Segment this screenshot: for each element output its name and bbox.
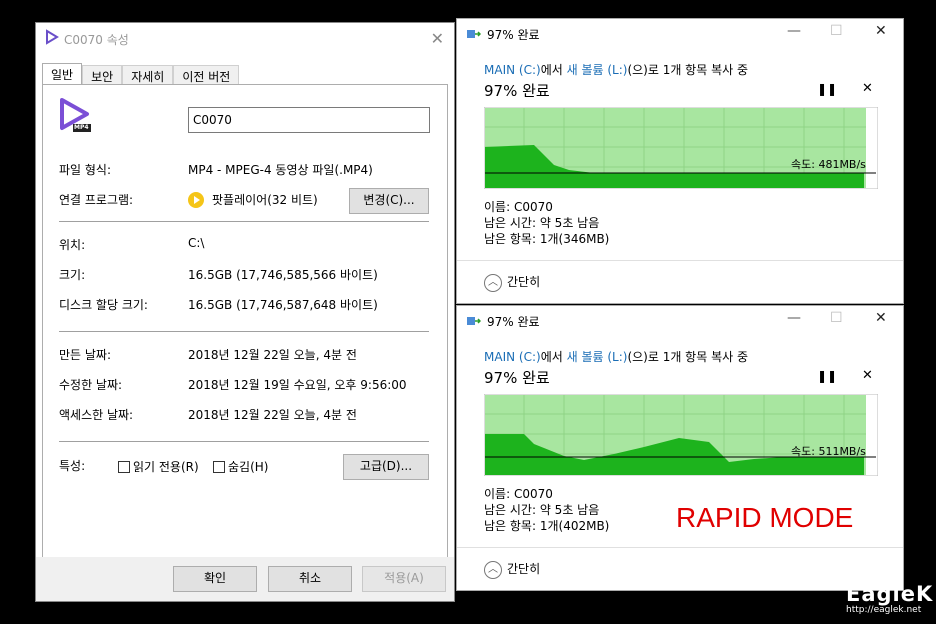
file-name-input[interactable]: [188, 107, 430, 133]
cancel-button[interactable]: 취소: [268, 566, 352, 592]
disk-size-label: 디스크 할당 크기:: [59, 298, 148, 312]
items-remaining: 남은 항목: 1개(346MB): [484, 232, 610, 246]
time-remaining: 남은 시간: 약 5초 남음: [484, 216, 600, 230]
copy-icon: [467, 28, 482, 43]
divider: [457, 547, 903, 548]
copy-desc-mid: 에서: [540, 63, 567, 77]
properties-dialog: C0070 속성 ✕ 일반 보안 자세히 이전 버전 MP4 파일 형식: MP…: [35, 22, 455, 602]
file-name: 이름: C0070: [484, 487, 553, 501]
location-label: 위치:: [59, 238, 86, 252]
watermark-brand: EagleK: [846, 582, 934, 606]
source-link[interactable]: MAIN (C:): [484, 350, 541, 364]
file-type-label: 파일 형식:: [59, 163, 112, 177]
potplayer-icon: [188, 192, 204, 208]
maximize-icon[interactable]: ☐: [830, 310, 843, 326]
opens-with-value: 팟플레이어(32 비트): [212, 193, 318, 207]
opens-with-label: 연결 프로그램:: [59, 193, 134, 207]
items-remaining: 남은 항목: 1개(402MB): [484, 519, 610, 533]
mp4-icon-label: MP4: [74, 124, 89, 131]
dialog-footer: 확인 취소 적용(A): [36, 557, 454, 601]
chevron-up-icon: ︿: [484, 560, 502, 579]
percent-complete: 97% 완료: [484, 369, 550, 387]
attributes-label: 특성:: [59, 459, 86, 473]
rapid-mode-label: RAPID MODE: [676, 502, 854, 533]
advanced-button[interactable]: 고급(D)...: [343, 454, 429, 480]
tab-security[interactable]: 보안: [82, 65, 123, 85]
size-value: 16.5GB (17,746,585,566 바이트): [188, 268, 378, 282]
modified-label: 수정한 날짜:: [59, 378, 123, 392]
mp4-file-icon: MP4: [57, 97, 93, 133]
readonly-checkbox-box[interactable]: [118, 461, 130, 473]
chevron-up-icon: ︿: [484, 273, 502, 292]
fewer-details-label: 간단히: [507, 275, 541, 289]
hidden-checkbox[interactable]: 숨김(H): [213, 458, 268, 475]
copy-dialog-1: 97% 완료 — ☐ ✕ MAIN (C:)에서 새 볼륨 (L:)(으)로 1…: [456, 18, 904, 304]
copy-desc-tail: (으)로 1개 항목 복사 중: [627, 350, 749, 364]
readonly-label: 읽기 전용(R): [133, 460, 199, 474]
created-value: 2018년 12월 22일 오늘, 4분 전: [188, 348, 357, 362]
close-icon[interactable]: ✕: [875, 310, 887, 326]
properties-title: C0070 속성: [64, 33, 129, 47]
maximize-icon[interactable]: ☐: [830, 23, 843, 39]
modified-value: 2018년 12월 19일 수요일, 오후 9:56:00: [188, 378, 407, 392]
hidden-checkbox-box[interactable]: [213, 461, 225, 473]
speed-label: 속도: 481MB/s: [791, 158, 866, 171]
cancel-copy-icon[interactable]: ✕: [862, 368, 873, 383]
properties-titlebar: C0070 속성 ✕: [36, 23, 454, 53]
tab-details[interactable]: 자세히: [122, 65, 174, 85]
pause-icon[interactable]: ❚❚: [817, 82, 837, 96]
watermark-url: http://eaglek.net: [846, 605, 922, 615]
copy-title: 97% 완료: [487, 315, 540, 329]
ok-button[interactable]: 확인: [173, 566, 257, 592]
fewer-details-label: 간단히: [507, 562, 541, 576]
copy-info: 이름: C0070 남은 시간: 약 5초 남음 남은 항목: 1개(346MB…: [484, 199, 609, 247]
minimize-icon[interactable]: —: [787, 310, 801, 326]
change-button[interactable]: 변경(C)...: [349, 188, 429, 214]
copy-desc-mid: 에서: [540, 350, 567, 364]
accessed-value: 2018년 12월 22일 오늘, 4분 전: [188, 408, 357, 422]
tab-previous-versions[interactable]: 이전 버전: [173, 65, 240, 85]
file-name: 이름: C0070: [484, 200, 553, 214]
copy-title: 97% 완료: [487, 28, 540, 42]
copy-info: 이름: C0070 남은 시간: 약 5초 남음 남은 항목: 1개(402MB…: [484, 486, 609, 534]
size-label: 크기:: [59, 268, 86, 282]
apply-button[interactable]: 적용(A): [362, 566, 446, 592]
divider: [457, 260, 903, 261]
speed-graph: [484, 394, 878, 476]
location-value: C:\: [188, 236, 205, 250]
copy-description: MAIN (C:)에서 새 볼륨 (L:)(으)로 1개 항목 복사 중: [484, 61, 748, 78]
divider: [59, 221, 429, 222]
pause-icon[interactable]: ❚❚: [817, 369, 837, 383]
tab-general[interactable]: 일반: [42, 63, 83, 85]
copy-description: MAIN (C:)에서 새 볼륨 (L:)(으)로 1개 항목 복사 중: [484, 348, 748, 365]
speed-graph: [484, 107, 878, 189]
properties-tabs: 일반 보안 자세히 이전 버전: [42, 63, 240, 85]
destination-link[interactable]: 새 볼륨 (L:): [567, 350, 628, 364]
close-icon[interactable]: ✕: [875, 23, 887, 39]
minimize-icon[interactable]: —: [787, 23, 801, 39]
fewer-details-button[interactable]: ︿ 간단히: [484, 273, 540, 292]
destination-link[interactable]: 새 볼륨 (L:): [567, 63, 628, 77]
close-icon[interactable]: ✕: [431, 29, 444, 48]
cancel-copy-icon[interactable]: ✕: [862, 81, 873, 96]
general-panel: MP4 파일 형식: MP4 - MPEG-4 동영상 파일(.MP4) 연결 …: [42, 84, 448, 558]
divider: [59, 441, 429, 442]
copy-desc-tail: (으)로 1개 항목 복사 중: [627, 63, 749, 77]
file-type-value: MP4 - MPEG-4 동영상 파일(.MP4): [188, 163, 373, 177]
copy-dialog-2: 97% 완료 — ☐ ✕ MAIN (C:)에서 새 볼륨 (L:)(으)로 1…: [456, 305, 904, 591]
hidden-label: 숨김(H): [228, 460, 269, 474]
watermark: EagleK http://eaglek.net: [846, 584, 933, 616]
accessed-label: 액세스한 날짜:: [59, 408, 134, 422]
readonly-checkbox[interactable]: 읽기 전용(R): [118, 458, 199, 475]
speed-label: 속도: 511MB/s: [791, 445, 866, 458]
divider: [59, 331, 429, 332]
disk-size-value: 16.5GB (17,746,587,648 바이트): [188, 298, 378, 312]
source-link[interactable]: MAIN (C:): [484, 63, 541, 77]
copy-icon: [467, 315, 482, 330]
percent-complete: 97% 완료: [484, 82, 550, 100]
video-file-icon: [44, 29, 60, 48]
created-label: 만든 날짜:: [59, 348, 112, 362]
fewer-details-button[interactable]: ︿ 간단히: [484, 560, 540, 579]
time-remaining: 남은 시간: 약 5초 남음: [484, 503, 600, 517]
